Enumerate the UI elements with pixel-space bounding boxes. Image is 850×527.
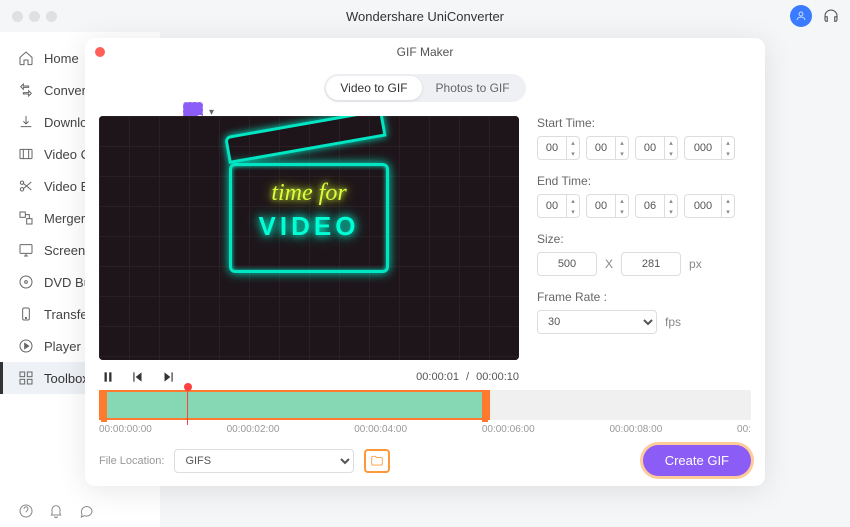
frame-rate-select[interactable]: 30: [537, 310, 657, 334]
start-seconds-stepper[interactable]: ▴▾: [635, 136, 678, 160]
convert-icon: [18, 82, 34, 98]
sidebar-label: Home: [44, 51, 79, 66]
minimize-dot[interactable]: [29, 11, 40, 22]
file-location-label: File Location:: [99, 455, 164, 467]
time-display: 00:00:01 / 00:00:10: [416, 371, 519, 383]
end-minutes-stepper[interactable]: ▴▾: [586, 194, 629, 218]
chat-icon[interactable]: [78, 503, 94, 519]
create-gif-button[interactable]: Create GIF: [643, 445, 751, 476]
next-frame-button[interactable]: [159, 368, 177, 386]
width-input[interactable]: [537, 252, 597, 276]
prev-frame-button[interactable]: [129, 368, 147, 386]
start-minutes-stepper[interactable]: ▴▾: [586, 136, 629, 160]
end-time-label: End Time:: [537, 174, 751, 188]
modal-close-button[interactable]: [95, 47, 105, 57]
gif-maker-modal: GIF Maker + ▾ Video to GIF Photos to GIF…: [85, 38, 765, 486]
file-location-select[interactable]: GIFS: [174, 449, 354, 473]
sidebar-label: Video E: [44, 179, 89, 194]
preview-content: time for VIDEO: [229, 163, 389, 273]
close-dot[interactable]: [12, 11, 23, 22]
disc-icon: [18, 274, 34, 290]
pause-button[interactable]: [99, 368, 117, 386]
sidebar-label: Merger: [44, 211, 85, 226]
merger-icon: [18, 210, 34, 226]
sidebar-label: Screen: [44, 243, 85, 258]
bell-icon[interactable]: [48, 503, 64, 519]
grid-icon: [18, 370, 34, 386]
modal-title: GIF Maker: [397, 45, 454, 59]
playhead[interactable]: [184, 383, 192, 425]
settings-panel: Start Time: ▴▾ ▴▾ ▴▾ ▴▾ End Time: ▴▾ ▴▾ …: [537, 116, 751, 386]
user-icon: [795, 10, 807, 22]
sidebar-label: Video C: [44, 147, 90, 162]
sidebar-label: Convert: [44, 83, 90, 98]
video-preview[interactable]: time for VIDEO: [99, 116, 519, 360]
tab-photos-to-gif[interactable]: Photos to GIF: [422, 76, 524, 100]
maximize-dot[interactable]: [46, 11, 57, 22]
support-icon[interactable]: [822, 7, 840, 25]
window-controls[interactable]: [0, 11, 57, 22]
scissors-icon: [18, 178, 34, 194]
end-seconds-stepper[interactable]: ▴▾: [635, 194, 678, 218]
size-label: Size:: [537, 232, 751, 246]
start-ms-stepper[interactable]: ▴▾: [684, 136, 735, 160]
timeline-ticks: 00:00:00:00 00:00:02:00 00:00:04:00 00:0…: [99, 424, 751, 435]
start-time-label: Start Time:: [537, 116, 751, 130]
selection-handle-left[interactable]: [101, 392, 107, 422]
sidebar-label: DVD Bu: [44, 275, 91, 290]
sidebar-label: Player: [44, 339, 81, 354]
start-hours-stepper[interactable]: ▴▾: [537, 136, 580, 160]
compress-icon: [18, 146, 34, 162]
folder-icon: [370, 454, 384, 468]
mode-segment: Video to GIF Photos to GIF: [324, 74, 525, 102]
titlebar: Wondershare UniConverter: [0, 0, 850, 32]
sidebar-label: Toolbox: [44, 371, 89, 386]
transfer-icon: [18, 306, 34, 322]
tab-video-to-gif[interactable]: Video to GIF: [326, 76, 421, 100]
download-icon: [18, 114, 34, 130]
frame-rate-label: Frame Rate :: [537, 290, 751, 304]
selection-handle-right[interactable]: [482, 392, 488, 422]
screen-icon: [18, 242, 34, 258]
home-icon: [18, 50, 34, 66]
app-title: Wondershare UniConverter: [346, 9, 504, 24]
help-icon[interactable]: [18, 503, 34, 519]
avatar[interactable]: [790, 5, 812, 27]
play-icon: [18, 338, 34, 354]
browse-folder-button[interactable]: [364, 449, 390, 473]
height-input[interactable]: [621, 252, 681, 276]
timeline: 00:00:00:00 00:00:02:00 00:00:04:00 00:0…: [99, 390, 751, 435]
timeline-selection[interactable]: [99, 390, 490, 420]
end-hours-stepper[interactable]: ▴▾: [537, 194, 580, 218]
end-ms-stepper[interactable]: ▴▾: [684, 194, 735, 218]
